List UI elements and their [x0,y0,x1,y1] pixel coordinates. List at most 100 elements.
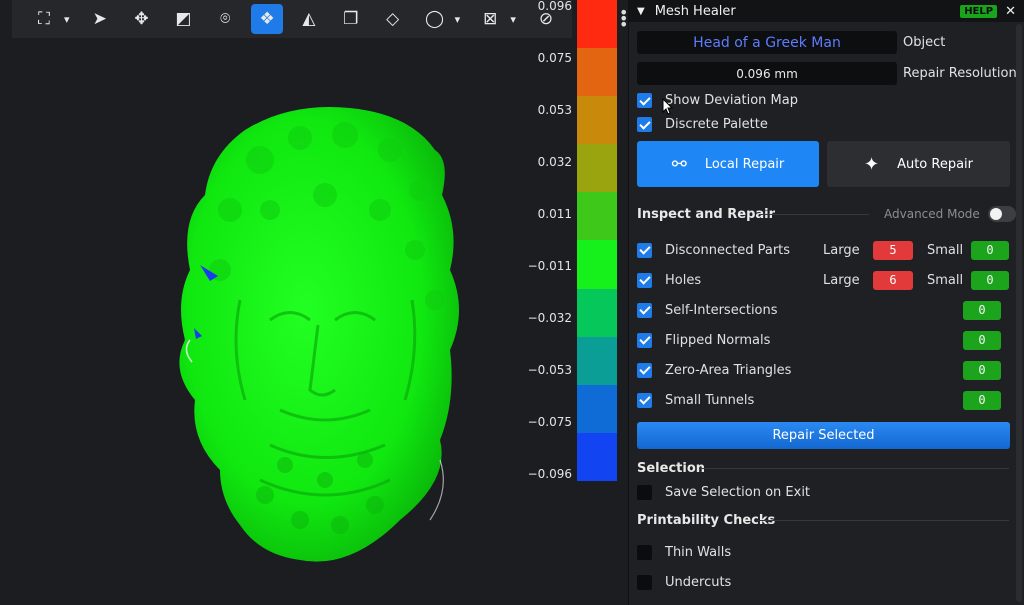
show-deviation-map-label: Show Deviation Map [665,93,798,108]
duplicate-icon[interactable]: ❐ [335,4,367,34]
scale-label: 0.053 [537,103,572,117]
lasso-icon[interactable]: ◯ [419,4,451,34]
sparkle-icon: ✦ [863,153,880,175]
3d-viewport[interactable]: ⛶ ▾ ➤ ✥ ◩ ⌾ ❖ ◭ ❐ ◇ ◯ ▾ ⊠ ▾ ⊘ • • • 0.09… [0,0,628,605]
edit-tool-icon[interactable]: ◩ [167,4,199,34]
save-selection-checkbox[interactable] [637,485,652,500]
discrete-palette-checkbox[interactable] [637,117,652,132]
inspect-and-repair-heading: Inspect and Repair [637,207,776,222]
small-count-badge[interactable]: 0 [971,270,1009,290]
check-label: Holes [665,272,702,288]
check-row-small-tunnels: Small Tunnels 0 [637,390,1009,410]
local-repair-button[interactable]: ⚯ Local Repair [637,141,819,187]
check-label: Self-Intersections [665,302,778,318]
repair-resolution-input[interactable]: 0.096 mm [637,62,897,85]
move-icon[interactable]: ✥ [126,4,158,34]
advanced-mode-toggle[interactable] [987,206,1016,222]
discrete-palette-row[interactable]: Discrete Palette [637,117,768,132]
scale-band [577,336,617,385]
pivot-icon[interactable]: ⌾ [209,4,241,34]
shapes-icon[interactable]: ◭ [293,4,325,34]
holes-checkbox[interactable] [637,272,652,288]
resolution-row: 0.096 mm Repair Resolution [637,62,1017,85]
divider [759,214,869,215]
help-button[interactable]: HELP [960,4,998,18]
scale-band [577,144,617,193]
scale-band [577,96,617,145]
save-selection-label: Save Selection on Exit [665,485,811,500]
printability-checks-heading: Printability Checks [637,513,776,528]
mouse-cursor-icon [662,98,674,115]
check-row-holes: Holes Large 6 Small 0 [637,270,1009,290]
scale-band [577,432,617,481]
count-badge[interactable]: 0 [963,330,1001,350]
deviation-color-scale [577,0,617,481]
large-count-badge[interactable]: 6 [873,270,913,290]
count-badge[interactable]: 0 [963,300,1001,320]
discrete-palette-label: Discrete Palette [665,117,768,132]
close-icon[interactable]: ✕ [1005,4,1016,19]
advanced-mode-label: Advanced Mode [884,207,980,221]
check-row-self-intersections: Self-Intersections 0 [637,300,1009,320]
zero-area-triangles-checkbox[interactable] [637,362,652,378]
small-tunnels-checkbox[interactable] [637,392,652,408]
check-row-flipped-normals: Flipped Normals 0 [637,330,1009,350]
selection-frame-icon[interactable]: ⛶ [28,4,60,34]
greek-head-mesh[interactable] [150,100,490,580]
count-badge[interactable]: 0 [963,390,1001,410]
check-row-zero-area-triangles: Zero-Area Triangles 0 [637,360,1009,380]
scale-band [577,240,617,289]
thin-walls-checkbox[interactable] [637,545,652,560]
check-row-disconnected-parts: Disconnected Parts Large 5 Small 0 [637,240,1009,260]
object-label: Object [903,35,946,50]
thin-walls-row[interactable]: Thin Walls [637,545,731,560]
mesh-heal-icon[interactable]: ❖ [251,4,283,34]
undercuts-row[interactable]: Undercuts [637,575,731,590]
self-intersections-checkbox[interactable] [637,302,652,318]
object-name-field[interactable]: Head of a Greek Man [637,31,897,54]
save-selection-row[interactable]: Save Selection on Exit [637,485,810,500]
more-options-icon[interactable]: • • • [619,5,628,33]
auto-repair-button[interactable]: ✦ Auto Repair [827,141,1010,187]
object-row: Head of a Greek Man Object [637,31,945,54]
pointer-icon[interactable]: ➤ [84,4,116,34]
scale-band [577,384,617,433]
chevron-down-icon[interactable]: ▾ [450,4,464,34]
scale-label: −0.011 [527,259,572,273]
chevron-down-icon[interactable]: ▾ [60,4,74,34]
scale-band [577,48,617,97]
show-deviation-map-checkbox[interactable] [637,93,652,108]
scale-label: 0.075 [537,51,572,65]
divider [757,520,1009,521]
scale-label: 0.096 [537,0,572,13]
scale-band [577,192,617,241]
slice-icon[interactable]: ◇ [377,4,409,34]
scale-label: 0.032 [537,155,572,169]
panel-scrollbar[interactable] [1016,24,1022,602]
local-repair-icon: ⚯ [671,153,687,175]
collapse-chevron-icon[interactable]: ▼ [637,6,645,17]
check-label: Small Tunnels [665,392,755,408]
large-count-badge[interactable]: 5 [873,240,913,260]
small-count-badge[interactable]: 0 [971,240,1009,260]
count-badge[interactable]: 0 [963,360,1001,380]
local-repair-label: Local Repair [704,156,785,172]
small-label: Small [927,272,964,288]
undercuts-label: Undercuts [665,575,732,590]
auto-repair-label: Auto Repair [897,156,974,172]
check-label: Flipped Normals [665,332,771,348]
repair-selected-button[interactable]: Repair Selected [637,422,1010,449]
undercuts-checkbox[interactable] [637,575,652,590]
panel-header: ▼ Mesh Healer HELP ✕ [629,0,1024,22]
flipped-normals-checkbox[interactable] [637,332,652,348]
large-label: Large [823,272,860,288]
advanced-mode-row[interactable]: Advanced Mode [884,206,1016,222]
repair-resolution-label: Repair Resolution [903,66,1017,81]
large-label: Large [823,242,860,258]
disconnected-parts-checkbox[interactable] [637,242,652,258]
panel-title: Mesh Healer [654,3,736,19]
mesh-healer-panel: ▼ Mesh Healer HELP ✕ Head of a Greek Man… [628,0,1024,605]
divider [699,468,1009,469]
selection-heading: Selection [637,461,706,476]
scale-label: 0.011 [537,207,572,221]
